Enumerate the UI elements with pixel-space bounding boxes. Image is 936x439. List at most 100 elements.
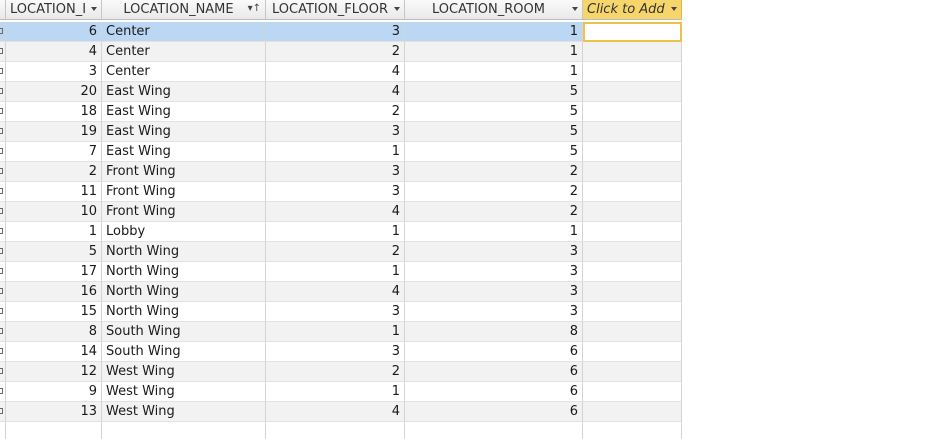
cell-location-floor[interactable]: 1 xyxy=(266,382,405,402)
cell-location-room[interactable]: 3 xyxy=(405,302,583,322)
cell-location-floor[interactable]: 2 xyxy=(266,42,405,62)
cell-click-to-add[interactable] xyxy=(583,142,682,162)
table-row[interactable]: 3 Center 4 1 xyxy=(0,62,682,82)
cell-location-id[interactable]: 19 xyxy=(6,122,102,142)
table-row[interactable]: 8 South Wing 1 8 xyxy=(0,322,682,342)
cell-location-name[interactable]: North Wing xyxy=(102,262,266,282)
cell-location-name[interactable]: West Wing xyxy=(102,362,266,382)
cell-location-id[interactable]: 6 xyxy=(6,22,102,42)
cell-location-floor[interactable]: 3 xyxy=(266,302,405,322)
cell-click-to-add[interactable] xyxy=(583,22,682,42)
cell-location-floor[interactable]: 1 xyxy=(266,222,405,242)
cell-location-name[interactable]: Center xyxy=(102,22,266,42)
cell-location-id[interactable]: 17 xyxy=(6,262,102,282)
cell-location-id[interactable]: 10 xyxy=(6,202,102,222)
cell-click-to-add[interactable] xyxy=(583,302,682,322)
cell-location-id[interactable]: 16 xyxy=(6,282,102,302)
cell-location-room[interactable]: 3 xyxy=(405,242,583,262)
cell-location-id[interactable]: 5 xyxy=(6,242,102,262)
cell-click-to-add[interactable] xyxy=(583,362,682,382)
cell-location-room[interactable]: 5 xyxy=(405,122,583,142)
cell-location-room[interactable]: 5 xyxy=(405,82,583,102)
cell-location-room[interactable]: 6 xyxy=(405,382,583,402)
cell-location-room[interactable]: 1 xyxy=(405,22,583,42)
cell-location-room[interactable]: 1 xyxy=(405,222,583,242)
cell-click-to-add[interactable] xyxy=(583,382,682,402)
cell-location-room[interactable]: 1 xyxy=(405,62,583,82)
column-header-location-id[interactable]: LOCATION_I xyxy=(6,0,102,20)
cell-location-id[interactable]: 2 xyxy=(6,162,102,182)
cell-location-name[interactable]: East Wing xyxy=(102,142,266,162)
cell-click-to-add[interactable] xyxy=(583,242,682,262)
table-row[interactable]: 5 North Wing 2 3 xyxy=(0,242,682,262)
cell-location-id[interactable]: 4 xyxy=(6,42,102,62)
table-row[interactable]: 13 West Wing 4 6 xyxy=(0,402,682,422)
sort-filter-icon[interactable]: ▾↑ xyxy=(248,4,261,14)
table-row[interactable]: 16 North Wing 4 3 xyxy=(0,282,682,302)
cell-click-to-add[interactable] xyxy=(583,162,682,182)
cell-location-room[interactable]: 2 xyxy=(405,202,583,222)
cell-location-floor[interactable]: 4 xyxy=(266,402,405,422)
cell-location-floor[interactable] xyxy=(266,422,405,439)
table-row[interactable]: 11 Front Wing 3 2 xyxy=(0,182,682,202)
cell-location-floor[interactable]: 2 xyxy=(266,362,405,382)
cell-click-to-add[interactable] xyxy=(583,322,682,342)
cell-location-floor[interactable]: 3 xyxy=(266,162,405,182)
cell-click-to-add[interactable] xyxy=(583,422,682,439)
cell-location-room[interactable]: 8 xyxy=(405,322,583,342)
cell-click-to-add[interactable] xyxy=(583,342,682,362)
cell-location-room[interactable]: 2 xyxy=(405,182,583,202)
cell-location-id[interactable]: 18 xyxy=(6,102,102,122)
cell-location-room[interactable]: 5 xyxy=(405,102,583,122)
cell-location-floor[interactable]: 3 xyxy=(266,22,405,42)
cell-location-id[interactable]: 12 xyxy=(6,362,102,382)
column-header-location-name[interactable]: LOCATION_NAME ▾↑ xyxy=(102,0,266,20)
cell-location-room[interactable]: 3 xyxy=(405,282,583,302)
table-row[interactable]: 10 Front Wing 4 2 xyxy=(0,202,682,222)
cell-click-to-add[interactable] xyxy=(583,42,682,62)
chevron-down-icon[interactable] xyxy=(572,7,578,11)
cell-click-to-add[interactable] xyxy=(583,102,682,122)
cell-location-name[interactable]: West Wing xyxy=(102,382,266,402)
cell-location-name[interactable]: West Wing xyxy=(102,402,266,422)
cell-location-room[interactable]: 6 xyxy=(405,402,583,422)
cell-location-name[interactable]: South Wing xyxy=(102,322,266,342)
table-row[interactable]: 17 North Wing 1 3 xyxy=(0,262,682,282)
cell-click-to-add[interactable] xyxy=(583,222,682,242)
cell-click-to-add[interactable] xyxy=(583,182,682,202)
cell-location-name[interactable]: Lobby xyxy=(102,222,266,242)
cell-location-room[interactable] xyxy=(405,422,583,439)
cell-location-floor[interactable]: 2 xyxy=(266,102,405,122)
cell-location-floor[interactable]: 4 xyxy=(266,282,405,302)
cell-location-floor[interactable]: 4 xyxy=(266,62,405,82)
cell-location-id[interactable]: 3 xyxy=(6,62,102,82)
table-row[interactable]: 15 North Wing 3 3 xyxy=(0,302,682,322)
cell-location-room[interactable]: 2 xyxy=(405,162,583,182)
cell-click-to-add[interactable] xyxy=(583,62,682,82)
cell-location-floor[interactable]: 4 xyxy=(266,82,405,102)
table-row[interactable]: 14 South Wing 3 6 xyxy=(0,342,682,362)
cell-location-floor[interactable]: 4 xyxy=(266,202,405,222)
cell-location-floor[interactable]: 2 xyxy=(266,242,405,262)
cell-location-name[interactable]: East Wing xyxy=(102,82,266,102)
table-row[interactable]: 1 Lobby 1 1 xyxy=(0,222,682,242)
cell-click-to-add[interactable] xyxy=(583,282,682,302)
cell-location-id[interactable]: 15 xyxy=(6,302,102,322)
chevron-down-icon[interactable] xyxy=(91,7,97,11)
table-row[interactable]: 2 Front Wing 3 2 xyxy=(0,162,682,182)
cell-location-name[interactable]: East Wing xyxy=(102,122,266,142)
cell-location-name[interactable]: South Wing xyxy=(102,342,266,362)
table-row[interactable]: 12 West Wing 2 6 xyxy=(0,362,682,382)
cell-location-name[interactable]: Front Wing xyxy=(102,182,266,202)
cell-location-id[interactable] xyxy=(6,422,102,439)
cell-location-floor[interactable]: 1 xyxy=(266,322,405,342)
cell-location-floor[interactable]: 3 xyxy=(266,122,405,142)
table-row[interactable]: 9 West Wing 1 6 xyxy=(0,382,682,402)
cell-location-id[interactable]: 13 xyxy=(6,402,102,422)
cell-location-room[interactable]: 6 xyxy=(405,362,583,382)
cell-location-name[interactable]: Center xyxy=(102,62,266,82)
cell-click-to-add[interactable] xyxy=(583,202,682,222)
table-row[interactable]: 18 East Wing 2 5 xyxy=(0,102,682,122)
cell-location-id[interactable]: 1 xyxy=(6,222,102,242)
cell-location-id[interactable]: 20 xyxy=(6,82,102,102)
